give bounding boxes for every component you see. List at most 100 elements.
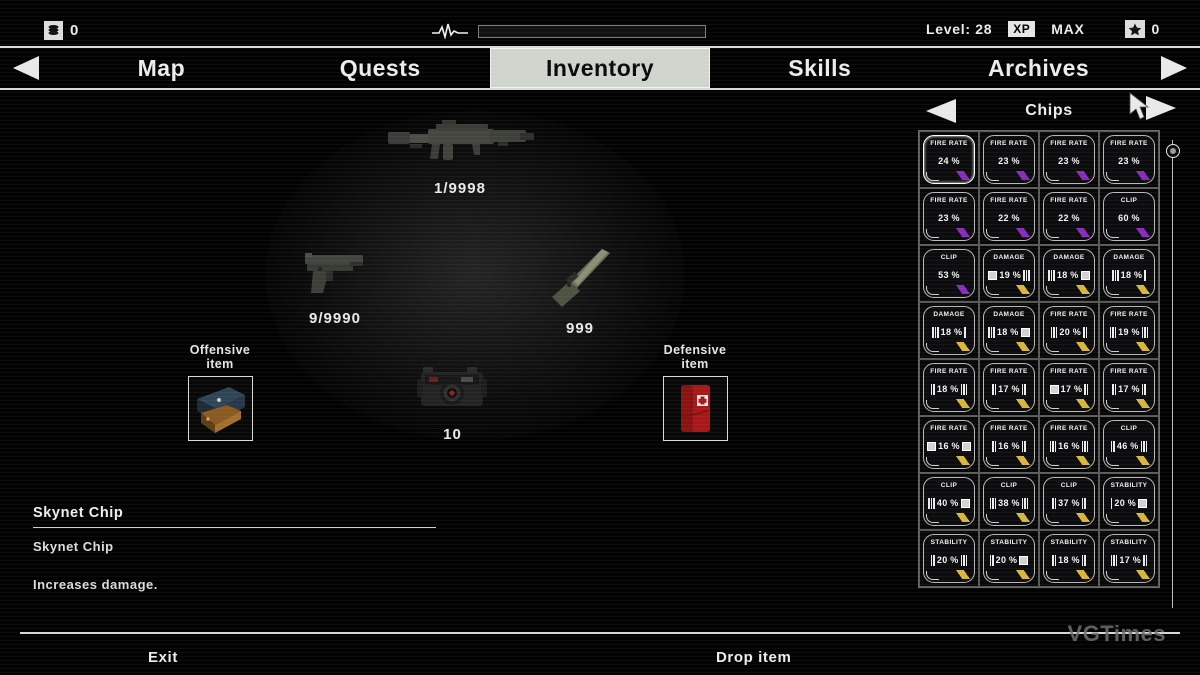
chip-rarity-icon [1073, 399, 1091, 408]
drop-item-button[interactable]: Drop item [716, 649, 791, 666]
defensive-item-box[interactable] [662, 376, 728, 441]
chip-cell[interactable]: FIRE RATE 19 % [1099, 302, 1159, 359]
chip-cell[interactable]: CLIP 53 % [919, 245, 979, 302]
chip-marker [1112, 383, 1117, 395]
chip-marker [1112, 269, 1119, 281]
chip-cell[interactable]: FIRE RATE 16 % [979, 416, 1039, 473]
chip-cell[interactable]: STABILITY 20 % [1099, 473, 1159, 530]
chip-marker [992, 440, 997, 452]
chip-value: 46 % [1116, 441, 1139, 451]
chip-cell[interactable]: FIRE RATE 23 % [1099, 131, 1159, 188]
tab-map[interactable]: Map [52, 48, 271, 88]
chip-cell[interactable]: CLIP 37 % [1039, 473, 1099, 530]
chip-cell[interactable]: FIRE RATE 23 % [1039, 131, 1099, 188]
chip-cell[interactable]: STABILITY 20 % [979, 530, 1039, 587]
chip-cell[interactable]: CLIP 38 % [979, 473, 1039, 530]
chip-cell[interactable]: FIRE RATE 22 % [979, 188, 1039, 245]
primary-weapon-slot[interactable]: 1/9998 [330, 115, 590, 197]
defensive-item-slot[interactable]: Defensive item [650, 343, 740, 441]
chip-cell[interactable]: CLIP 46 % [1099, 416, 1159, 473]
chip-body: CLIP 37 % [1043, 477, 1095, 526]
chip-cell[interactable]: FIRE RATE 20 % [1039, 302, 1099, 359]
chip-marker [1050, 326, 1058, 338]
chip-marker [960, 383, 968, 395]
chip-marker [989, 554, 994, 566]
chip-cell[interactable]: DAMAGE 18 % [1039, 245, 1099, 302]
chips-panel: Chips FIRE RATE 24 % FIRE RATE 23 % FIRE RAT… [918, 94, 1180, 608]
scrollbar-thumb[interactable] [1166, 144, 1180, 158]
chip-notch-icon [1106, 172, 1119, 181]
exit-button[interactable]: Exit [148, 649, 178, 666]
secondary-weapon-slot[interactable]: 9/9990 [235, 245, 435, 327]
chip-rarity-icon [1073, 171, 1091, 180]
chip-label: CLIP [940, 482, 958, 489]
tab-inventory[interactable]: Inventory [489, 48, 711, 88]
chip-value: 37 % [1058, 498, 1080, 508]
chip-value: 23 % [1058, 156, 1080, 166]
tab-skills[interactable]: Skills [710, 48, 929, 88]
chip-marker [1048, 269, 1055, 281]
chips-prev-arrow[interactable] [924, 97, 958, 130]
offensive-item-label: Offensive item [189, 343, 251, 371]
chip-body: CLIP 46 % [1103, 420, 1155, 469]
chip-cell[interactable]: STABILITY 17 % [1099, 530, 1159, 587]
chip-notch-icon [1106, 286, 1119, 295]
chip-cell[interactable]: STABILITY 20 % [919, 530, 979, 587]
chip-cell[interactable]: FIRE RATE 22 % [1039, 188, 1099, 245]
melee-weapon-count: 999 [565, 320, 595, 337]
chip-cell[interactable]: FIRE RATE 16 % [1039, 416, 1099, 473]
chips-scrollbar[interactable] [1166, 130, 1180, 608]
tab-skills-label: Skills [788, 54, 852, 81]
chip-value: 18 % [936, 384, 959, 394]
defensive-item-label: Defensive item [663, 343, 727, 371]
chip-value: 60 % [1118, 213, 1140, 223]
chip-marker [1080, 270, 1090, 281]
chip-rarity-icon [1013, 399, 1031, 408]
chip-cell[interactable]: DAMAGE 18 % [919, 302, 979, 359]
chip-rarity-icon [1013, 456, 1031, 465]
tab-next-arrow[interactable] [1148, 48, 1200, 88]
player-stats: Level: 28 XP MAX 0 [926, 20, 1190, 38]
tab-quests-label: Quests [339, 54, 421, 81]
chip-cell[interactable]: DAMAGE 18 % [1099, 245, 1159, 302]
offensive-item-box[interactable] [187, 376, 253, 441]
chip-value-row: 53 % [924, 267, 974, 283]
chip-value: 20 % [1059, 327, 1082, 337]
chip-marker [1110, 497, 1113, 509]
chip-notch-icon [1046, 343, 1059, 352]
chip-cell[interactable]: FIRE RATE 23 % [919, 188, 979, 245]
chip-cell[interactable]: FIRE RATE 23 % [979, 131, 1039, 188]
chip-cell[interactable]: FIRE RATE 17 % [1039, 359, 1099, 416]
chip-cell[interactable]: FIRE RATE 17 % [1099, 359, 1159, 416]
chip-cell[interactable]: DAMAGE 18 % [979, 302, 1039, 359]
tab-archives[interactable]: Archives [929, 48, 1148, 88]
tab-prev-arrow[interactable] [0, 48, 52, 88]
chip-body: FIRE RATE 23 % [983, 135, 1035, 184]
offensive-item-slot[interactable]: Offensive item [175, 343, 265, 441]
chip-value: 18 % [1120, 270, 1143, 280]
chips-next-arrow[interactable] [1144, 94, 1178, 129]
chip-value-row: 19 % [1104, 324, 1154, 340]
money-value: 0 [70, 22, 80, 39]
chip-cell[interactable]: CLIP 40 % [919, 473, 979, 530]
melee-weapon-slot[interactable]: 999 [490, 245, 670, 337]
tab-quests[interactable]: Quests [271, 48, 490, 88]
chips-title: Chips [1025, 102, 1073, 119]
chip-cell[interactable]: FIRE RATE 18 % [919, 359, 979, 416]
chip-cell[interactable]: FIRE RATE 24 % [919, 131, 979, 188]
chip-label: FIRE RATE [990, 197, 1028, 204]
chip-rarity-icon [1013, 171, 1031, 180]
chip-cell[interactable]: FIRE RATE 16 % [919, 416, 979, 473]
chip-label: STABILITY [1110, 482, 1148, 489]
chip-value-row: 18 % [1044, 267, 1094, 283]
chip-notch-icon [1046, 172, 1059, 181]
chip-value: 16 % [998, 441, 1020, 451]
chip-cell[interactable]: FIRE RATE 17 % [979, 359, 1039, 416]
gadget-item-slot[interactable]: 10 [405, 355, 500, 443]
secondary-weapon-count: 9/9990 [309, 310, 361, 327]
chip-cell[interactable]: STABILITY 18 % [1039, 530, 1099, 587]
chip-rarity-icon [953, 342, 971, 351]
chip-cell[interactable]: CLIP 60 % [1099, 188, 1159, 245]
chip-marker [1081, 497, 1086, 509]
chip-cell[interactable]: DAMAGE 19 % [979, 245, 1039, 302]
